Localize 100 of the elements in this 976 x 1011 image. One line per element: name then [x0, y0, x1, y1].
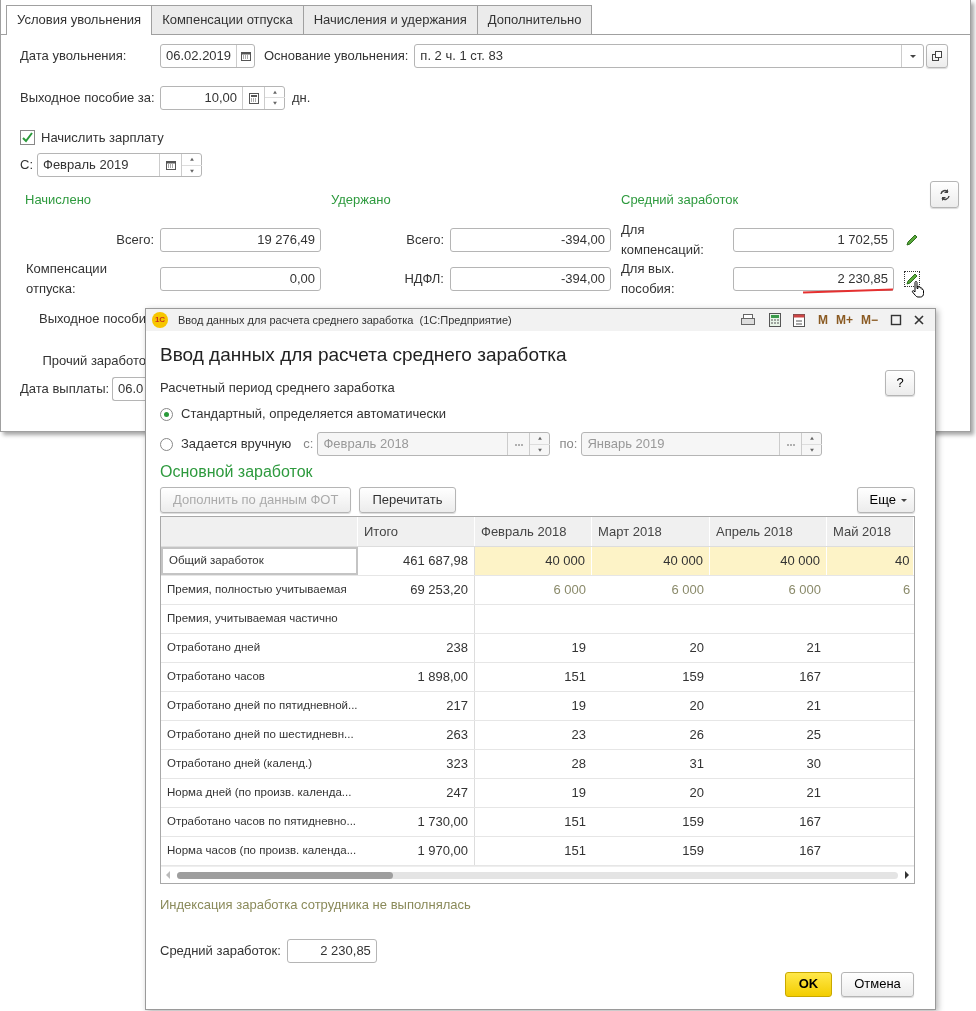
row-label-cell[interactable]: Отработано часов по пятидневно... — [161, 808, 358, 836]
field-label: по: — [559, 435, 578, 454]
refresh-button[interactable] — [930, 181, 959, 208]
tab[interactable]: Дополнительно — [476, 5, 593, 34]
table-cell-text: 21 — [805, 697, 822, 716]
hand-cursor-icon — [911, 279, 925, 298]
open-window-icon[interactable] — [931, 49, 944, 62]
memory-button[interactable]: M — [817, 311, 828, 329]
date-field[interactable]: 06.0 — [112, 377, 145, 401]
number-field[interactable]: 2 230,85 — [286, 938, 377, 963]
row-label-cell[interactable]: Отработано дней (календ.) — [161, 750, 358, 778]
calendar-icon[interactable] — [239, 49, 252, 62]
row-label-cell[interactable]: Норма часов (по произв. календа... — [161, 837, 358, 865]
column-header[interactable]: Апрель 2018 — [710, 517, 827, 546]
help-button[interactable]: ? — [885, 369, 915, 396]
table-cell-text: 159 — [681, 813, 705, 832]
table-cell: 323 — [358, 750, 475, 778]
scroll-right-icon[interactable] — [904, 871, 910, 879]
radio-button[interactable] — [160, 437, 173, 451]
field-label: Средний заработок: — [160, 941, 281, 960]
group-label: Расчетный период среднего заработка — [160, 378, 395, 397]
number-field[interactable]: -394,00 — [450, 227, 611, 252]
dialog-heading: Ввод данных для расчета среднего заработка — [160, 343, 568, 367]
number-field[interactable]: 10,00 — [160, 85, 285, 110]
scrollbar[interactable] — [177, 871, 898, 879]
calculator-icon[interactable] — [767, 312, 782, 328]
maximize-icon[interactable] — [890, 314, 902, 326]
toolbar-button[interactable]: Перечитать — [359, 486, 456, 513]
cancel-button[interactable]: Отмена — [841, 971, 914, 997]
radio-button[interactable] — [160, 407, 173, 421]
table-cell-text: 167 — [798, 842, 822, 861]
table-cell: 247 — [358, 779, 475, 807]
ok-button[interactable]: OK — [785, 971, 832, 997]
tab[interactable]: Компенсации отпуска — [151, 5, 304, 34]
column-header[interactable]: Итого — [358, 517, 475, 546]
table-cell-text: 167 — [798, 813, 822, 832]
calendar-icon[interactable] — [791, 312, 806, 328]
table-cell: 1 730,00 — [358, 808, 475, 836]
table-cell-text: 26 — [688, 726, 705, 745]
table-cell-text: 25 — [805, 726, 822, 745]
tab[interactable]: Условия увольнения — [6, 5, 153, 35]
checkbox[interactable] — [20, 129, 35, 145]
field-label: Для компенсаций: — [621, 221, 705, 259]
table-cell: 217 — [358, 692, 475, 720]
memory-button[interactable]: M+ — [835, 311, 853, 329]
memory-button[interactable]: M− — [861, 311, 878, 329]
table-cell-text: 151 — [563, 668, 587, 687]
row-label-cell[interactable]: Отработано дней — [161, 634, 358, 662]
scroll-left-icon[interactable] — [165, 871, 171, 879]
close-icon[interactable] — [913, 314, 925, 326]
table-cell: 1 970,00 — [358, 837, 475, 865]
calendar-icon[interactable] — [164, 159, 177, 171]
tab[interactable]: Начисления и удержания — [302, 5, 478, 34]
field-label: Основание увольнения: — [264, 46, 409, 65]
number-field[interactable]: 19 276,49 — [160, 227, 321, 252]
table-cell-text: 167 — [798, 668, 822, 687]
field-label: НДФЛ: — [404, 269, 444, 288]
radio-label: Задается вручную — [181, 435, 292, 454]
reason-dropdown[interactable]: п. 2 ч. 1 ст. 83 — [414, 43, 925, 68]
calculator-icon[interactable] — [247, 91, 260, 104]
table-cell-text: 28 — [570, 755, 587, 774]
row-label-cell[interactable]: Отработано дней по шестидневн... — [161, 721, 358, 749]
more-button[interactable]: Еще — [856, 486, 915, 513]
column-header[interactable]: Март 2018 — [592, 517, 710, 546]
table-cell: 69 253,20 — [358, 576, 475, 604]
field-label: Прочий заработо — [42, 352, 146, 371]
table-cell: 238 — [358, 634, 475, 662]
row-label-cell[interactable]: Общий заработок — [161, 547, 358, 575]
row-label-cell[interactable]: Премия, полностью учитываемая — [161, 576, 358, 604]
field-label: Дата выплаты: — [20, 380, 111, 399]
section-title: Удержано — [331, 191, 391, 209]
number-field[interactable]: -394,00 — [450, 266, 611, 291]
radio-label: Стандартный, определяется автоматически — [181, 405, 446, 424]
field-label: Всего: — [406, 230, 444, 249]
table-cell: 40 000 — [475, 547, 592, 575]
table-cell-text: 20 — [688, 784, 705, 803]
table-cell: 40 — [827, 547, 914, 575]
row-label-cell[interactable]: Норма дней (по произв. календа... — [161, 779, 358, 807]
table-cell-text: 159 — [681, 842, 705, 861]
number-field[interactable]: 1 702,55 — [733, 227, 894, 252]
table-cell-text: 19 — [570, 639, 587, 658]
row-label-cell[interactable]: Премия, учитываемая частично — [161, 605, 358, 633]
column-header[interactable]: Февраль 2018 — [475, 517, 592, 546]
date-field[interactable]: 06.02.2019 — [160, 43, 255, 68]
row-label-cell[interactable]: Отработано дней по пятидневной... — [161, 692, 358, 720]
table-cell-text: 151 — [563, 813, 587, 832]
table-cell: 40 000 — [592, 547, 710, 575]
field-label: с: — [303, 435, 314, 454]
number-field[interactable]: 0,00 — [160, 266, 321, 291]
table-cell: 40 000 — [710, 547, 827, 575]
month-field[interactable]: Февраль 2019 — [37, 153, 202, 177]
table-cell-text: 20 — [688, 697, 705, 716]
edit-pencil-icon[interactable] — [905, 232, 919, 247]
number-field[interactable]: 2 230,85 — [733, 266, 894, 291]
field-label: Компенсации отпуска: — [26, 260, 108, 298]
field-label: Для вых. пособия: — [621, 260, 676, 298]
row-label-cell[interactable]: Отработано часов — [161, 663, 358, 691]
column-header[interactable]: Май 2018 — [827, 517, 914, 546]
table-cell-text: 6 — [902, 581, 912, 600]
print-icon[interactable] — [739, 313, 756, 327]
